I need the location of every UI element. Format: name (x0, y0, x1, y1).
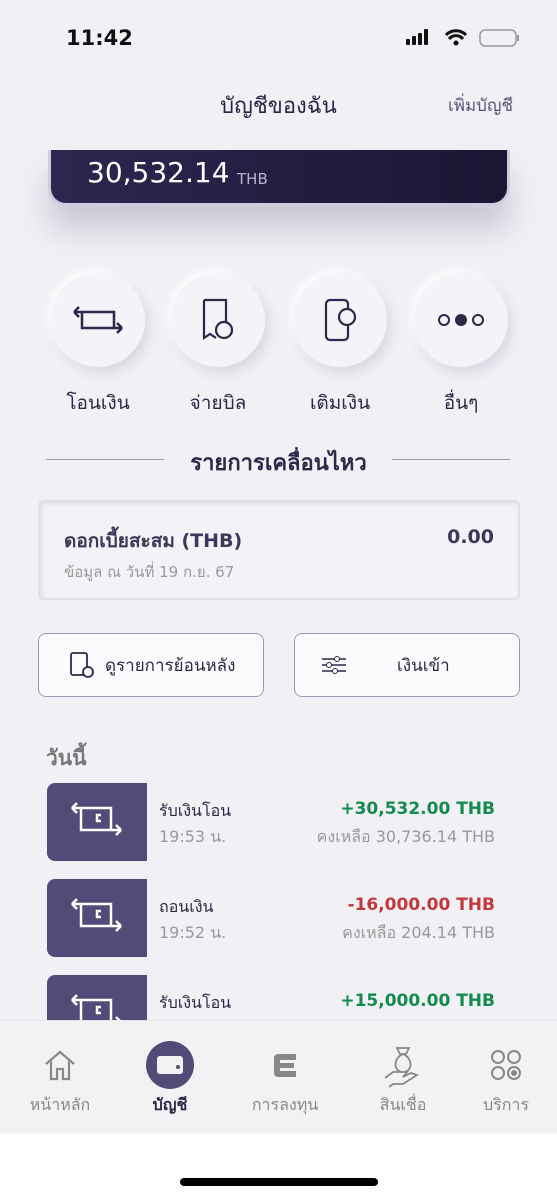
bill-icon (202, 298, 234, 341)
day-label: วันนี้ (46, 746, 87, 770)
pay-bill-label: จ่ายบิล (189, 392, 247, 414)
tab-investment[interactable]: การลงทุน (230, 1021, 340, 1133)
transaction-row[interactable]: รับเงินโอน +15,000.00 THB (47, 975, 495, 1020)
transfer-icon (73, 306, 123, 334)
filter-button[interactable]: เงินเข้า (294, 633, 520, 697)
wallet-icon (157, 1056, 183, 1074)
interest-note: ข้อมูล ณ วันที่ 19 ก.ย. 67 (64, 563, 235, 581)
tab-home[interactable]: หน้าหลัก (5, 1021, 115, 1133)
transfer-icon (71, 898, 122, 932)
add-account-link[interactable]: เพิ่มบัญชี (448, 92, 513, 119)
interest-value: 0.00 (447, 526, 494, 548)
tab-account[interactable]: บัญชี (115, 1021, 225, 1133)
more-button[interactable] (414, 273, 508, 367)
account-balance: 30,532.14 (87, 156, 230, 189)
status-time: 11:42 (66, 26, 133, 50)
tab-services[interactable]: บริการ (451, 1021, 557, 1133)
transaction-time: 19:53 น. (159, 827, 227, 846)
more-label: อื่นๆ (443, 392, 479, 414)
topup-label: เติมเงิน (309, 392, 371, 414)
tab-label: บัญชี (152, 1095, 188, 1114)
transaction-balance: คงเหลือ 30,736.14 THB (316, 827, 495, 846)
pay-bill-button[interactable] (171, 273, 265, 367)
transaction-icon-tile (47, 879, 147, 957)
section-title: รายการเคลื่อนไหว (190, 451, 367, 476)
topup-phone-icon (324, 298, 357, 342)
transaction-icon-tile (47, 783, 147, 861)
history-icon (70, 652, 94, 678)
transaction-row[interactable]: รับเงินโอน 19:53 น. +30,532.00 THB คงเหล… (47, 783, 495, 861)
transaction-icon-tile (47, 975, 147, 1020)
transaction-row[interactable]: ถอนเงิน 19:52 น. -16,000.00 THB คงเหลือ … (47, 879, 495, 957)
home-icon (45, 1050, 75, 1081)
account-card[interactable]: 30,532.14 THB (48, 150, 510, 206)
history-label: ดูรายการย้อนหลัง (105, 655, 236, 676)
transfer-icon (71, 802, 122, 836)
history-button[interactable]: ดูรายการย้อนหลัง (38, 633, 264, 697)
accrued-interest-card: ดอกเบี้ยสะสม (THB) 0.00 ข้อมูล ณ วันที่ … (38, 500, 520, 600)
transaction-amount: +15,000.00 THB (340, 991, 495, 1011)
tab-label: การลงทุน (251, 1095, 319, 1114)
transaction-name: ถอนเงิน (159, 897, 214, 916)
transaction-amount: -16,000.00 THB (347, 895, 495, 915)
transfer-label: โอนเงิน (66, 392, 130, 414)
more-icon (438, 314, 484, 326)
tab-label: บริการ (482, 1095, 529, 1114)
status-icons (406, 28, 521, 52)
filter-sliders-icon (322, 656, 346, 674)
invest-icon (274, 1054, 296, 1077)
tab-label: หน้าหลัก (29, 1095, 91, 1114)
filter-label: เงินเข้า (397, 655, 450, 676)
transfer-icon (71, 994, 121, 1020)
transaction-balance: คงเหลือ 204.14 THB (342, 923, 495, 942)
interest-label: ดอกเบี้ยสะสม (THB) (64, 530, 243, 552)
transfer-button[interactable] (51, 273, 145, 367)
home-indicator[interactable] (180, 1178, 378, 1186)
transaction-time: 19:52 น. (159, 923, 227, 942)
home-indicator-area (0, 1133, 557, 1200)
services-icon (491, 1050, 521, 1080)
tab-loan[interactable]: สินเชื่อ (348, 1021, 458, 1133)
transaction-amount: +30,532.00 THB (340, 799, 495, 819)
topup-button[interactable] (293, 273, 387, 367)
transaction-name: รับเงินโอน (159, 801, 232, 820)
bottom-tab-bar: หน้าหลัก บัญชี การลงทุน สินเชื่อ บริการ (0, 1020, 557, 1132)
transaction-name: รับเงินโอน (159, 993, 232, 1012)
account-currency: THB (237, 170, 268, 188)
tab-label: สินเชื่อ (379, 1095, 427, 1114)
loan-icon (384, 1047, 420, 1088)
